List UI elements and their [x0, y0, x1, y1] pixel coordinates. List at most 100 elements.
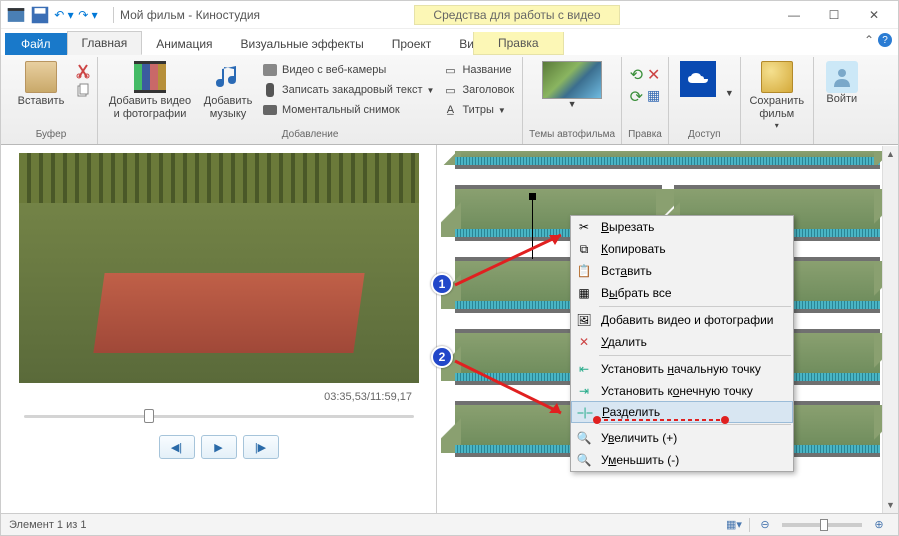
help-icon[interactable]: ?	[878, 33, 892, 47]
filmstrip-icon	[134, 61, 166, 93]
save-movie-button[interactable]: Сохранить фильм▾	[747, 59, 807, 133]
paste-icon: 📋	[575, 263, 593, 279]
tab-file[interactable]: Файл	[5, 33, 67, 55]
contextual-tab-header: Средства для работы с видео	[414, 5, 619, 25]
camera-icon	[263, 105, 277, 115]
collapse-ribbon-icon[interactable]: ⌃	[864, 33, 874, 47]
redo-icon[interactable]: ↷ ▾	[77, 4, 99, 26]
ctx-zoom-in[interactable]: 🔍Увеличить (+)	[571, 427, 793, 449]
zoom-slider[interactable]	[782, 523, 862, 527]
ctx-zoom-out[interactable]: 🔍Уменьшить (-)	[571, 449, 793, 471]
maximize-button[interactable]: ☐	[814, 5, 854, 25]
save-icon[interactable]	[29, 4, 51, 26]
annotation-dot	[721, 416, 729, 424]
scissors-icon: ✂	[575, 219, 593, 235]
paste-label: Вставить	[18, 95, 65, 108]
ctx-cut[interactable]: ✂Вырезать	[571, 216, 793, 238]
annotation-marker-2: 2	[431, 346, 453, 368]
tab-animation[interactable]: Анимация	[142, 33, 226, 55]
group-themes-label: Темы автофильма	[529, 127, 615, 142]
automovie-theme-button[interactable]: ▼	[533, 59, 611, 112]
timecode: 03:35,53/11:59,17	[324, 391, 412, 403]
film-reel-icon	[761, 61, 793, 93]
remove-icon[interactable]: ✕	[647, 65, 660, 85]
theme-thumbnail-icon	[542, 61, 602, 99]
add-video-photo-button[interactable]: Добавить видео и фотографии	[104, 59, 196, 123]
copy-icon[interactable]	[75, 83, 91, 99]
rotate-right-icon[interactable]: ⟳	[630, 87, 643, 107]
music-note-icon	[212, 61, 244, 93]
snapshot-button[interactable]: Моментальный снимок	[260, 101, 436, 119]
undo-icon[interactable]: ↶ ▾	[53, 4, 75, 26]
cut-icon[interactable]	[75, 63, 91, 79]
rotate-left-icon[interactable]: ⟲	[630, 65, 643, 85]
zoom-out-button[interactable]: ⊖	[756, 517, 774, 533]
webcam-button[interactable]: Видео с веб-камеры	[260, 61, 436, 79]
vertical-scrollbar[interactable]: ▲ ▼	[882, 146, 898, 513]
delete-icon: ✕	[575, 334, 593, 350]
onedrive-button[interactable]	[675, 59, 721, 99]
add-music-button[interactable]: Добавить музыку	[200, 59, 256, 123]
caption-button[interactable]: ▭Заголовок	[440, 81, 516, 99]
annotation-marker-1: 1	[431, 273, 453, 295]
end-point-icon: ⇥	[575, 383, 593, 399]
start-point-icon: ⇤	[575, 361, 593, 377]
ctx-set-end[interactable]: ⇥Установить конечную точку	[571, 380, 793, 402]
narration-button[interactable]: Записать закадровый текст ▼	[260, 81, 436, 99]
preview-monitor	[19, 153, 419, 383]
next-frame-button[interactable]: |▶	[243, 435, 279, 459]
tab-home[interactable]: Главная	[67, 31, 143, 55]
minimize-button[interactable]: —	[774, 5, 814, 25]
clipboard-icon	[25, 61, 57, 93]
close-button[interactable]: ✕	[854, 5, 894, 25]
caption-icon: ▭	[442, 82, 458, 98]
onedrive-icon	[680, 61, 716, 97]
title-button[interactable]: ▭Название	[440, 61, 516, 79]
status-text: Элемент 1 из 1	[9, 519, 86, 531]
add-music-label: Добавить музыку	[202, 95, 254, 121]
ctx-split[interactable]: ⎯|⎯Разделить	[571, 401, 793, 423]
zoom-out-icon: 🔍	[575, 452, 593, 468]
webcam-icon	[263, 64, 277, 76]
scroll-up-icon[interactable]: ▲	[883, 146, 898, 162]
scroll-down-icon[interactable]: ▼	[883, 497, 898, 513]
context-menu: ✂Вырезать ⧉Копировать 📋Вставить ▦Выбрать…	[570, 215, 794, 472]
tab-project[interactable]: Проект	[378, 33, 446, 55]
add-video-photo-label: Добавить видео и фотографии	[106, 95, 194, 121]
ctx-copy[interactable]: ⧉Копировать	[571, 238, 793, 260]
ctx-select-all[interactable]: ▦Выбрать все	[571, 282, 793, 304]
group-add-label: Добавление	[282, 127, 339, 142]
slider-handle[interactable]	[144, 409, 154, 423]
mic-icon	[266, 83, 274, 97]
copy-icon: ⧉	[575, 241, 593, 257]
media-icon: 🖼	[575, 312, 593, 328]
ctx-paste[interactable]: 📋Вставить	[571, 260, 793, 282]
tab-visual-effects[interactable]: Визуальные эффекты	[227, 33, 378, 55]
annotation-dot	[593, 416, 601, 424]
zoom-in-icon: 🔍	[575, 430, 593, 446]
zoom-in-button[interactable]: ⊕	[870, 517, 888, 533]
playhead-marker[interactable]	[532, 199, 533, 259]
ctx-set-start[interactable]: ⇤Установить начальную точку	[571, 358, 793, 380]
credits-icon: A̲	[442, 102, 458, 118]
ctx-add-media[interactable]: 🖼Добавить видео и фотографии	[571, 309, 793, 331]
ctx-delete[interactable]: ✕Удалить	[571, 331, 793, 353]
thumbnails-view-icon[interactable]: ▦▾	[725, 517, 743, 533]
signin-button[interactable]: Войти	[820, 59, 864, 108]
group-buffer-label: Буфер	[36, 127, 67, 142]
credits-button[interactable]: A̲Титры ▼	[440, 101, 516, 119]
clip-thumbnail[interactable]	[455, 151, 880, 169]
zoom-handle[interactable]	[820, 519, 828, 531]
split-icon: ⎯|⎯	[576, 404, 594, 420]
prev-frame-button[interactable]: ◀|	[159, 435, 195, 459]
group-edit-label: Правка	[628, 127, 662, 142]
play-button[interactable]: ▶	[201, 435, 237, 459]
avatar-icon	[826, 61, 858, 93]
group-access-label: Доступ	[688, 127, 721, 142]
select-all-icon[interactable]: ▦	[647, 87, 660, 104]
paste-button[interactable]: Вставить	[11, 59, 71, 110]
seek-slider[interactable]	[24, 407, 414, 425]
tab-edit[interactable]: Правка	[473, 32, 564, 55]
select-all-icon: ▦	[575, 285, 593, 301]
app-icon	[5, 4, 27, 26]
